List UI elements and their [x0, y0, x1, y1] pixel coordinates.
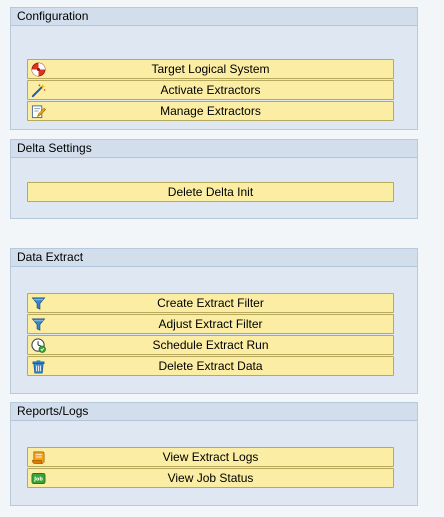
- filter-icon: [30, 316, 46, 332]
- schedule-extract-run-button[interactable]: Schedule Extract Run: [27, 335, 394, 355]
- view-extract-logs-button[interactable]: View Extract Logs: [27, 447, 394, 467]
- button-label: Adjust Extract Filter: [158, 317, 263, 331]
- button-label: Schedule Extract Run: [152, 338, 269, 352]
- button-label: Delete Extract Data: [158, 359, 263, 373]
- button-label: View Job Status: [167, 471, 254, 485]
- button-label: Activate Extractors: [160, 83, 261, 97]
- group-configuration: Configuration Target Logical System Acti…: [10, 7, 418, 130]
- schedule-icon: [30, 337, 46, 353]
- filter-icon: [30, 295, 46, 311]
- log-icon: [30, 449, 46, 465]
- delete-extract-data-button[interactable]: Delete Extract Data: [27, 356, 394, 376]
- target-icon: [30, 61, 46, 77]
- activate-extractors-button[interactable]: Activate Extractors: [27, 80, 394, 100]
- job-icon: Job: [30, 470, 46, 486]
- group-title: Data Extract: [11, 249, 417, 267]
- group-data-extract: Data Extract Create Extract Filter Adjus…: [10, 248, 418, 394]
- adjust-extract-filter-button[interactable]: Adjust Extract Filter: [27, 314, 394, 334]
- manage-extractors-button[interactable]: Manage Extractors: [27, 101, 394, 121]
- button-label: Target Logical System: [151, 62, 270, 76]
- button-label: Create Extract Filter: [157, 296, 264, 310]
- group-title: Delta Settings: [11, 140, 417, 158]
- magic-wand-icon: [30, 82, 46, 98]
- job-icon-text: Job: [33, 476, 43, 482]
- group-reports-logs: Reports/Logs View Extract Logs Job View …: [10, 402, 418, 506]
- group-delta-settings: Delta Settings Delete Delta Init: [10, 139, 418, 219]
- trash-icon: [30, 358, 46, 374]
- button-label: View Extract Logs: [162, 450, 259, 464]
- button-label: Manage Extractors: [160, 104, 261, 118]
- edit-document-icon: [30, 103, 46, 119]
- create-extract-filter-button[interactable]: Create Extract Filter: [27, 293, 394, 313]
- view-job-status-button[interactable]: Job View Job Status: [27, 468, 394, 488]
- group-title: Configuration: [11, 8, 417, 26]
- delete-delta-init-button[interactable]: Delete Delta Init: [27, 182, 394, 202]
- target-logical-system-button[interactable]: Target Logical System: [27, 59, 394, 79]
- button-label: Delete Delta Init: [167, 185, 254, 199]
- group-title: Reports/Logs: [11, 403, 417, 421]
